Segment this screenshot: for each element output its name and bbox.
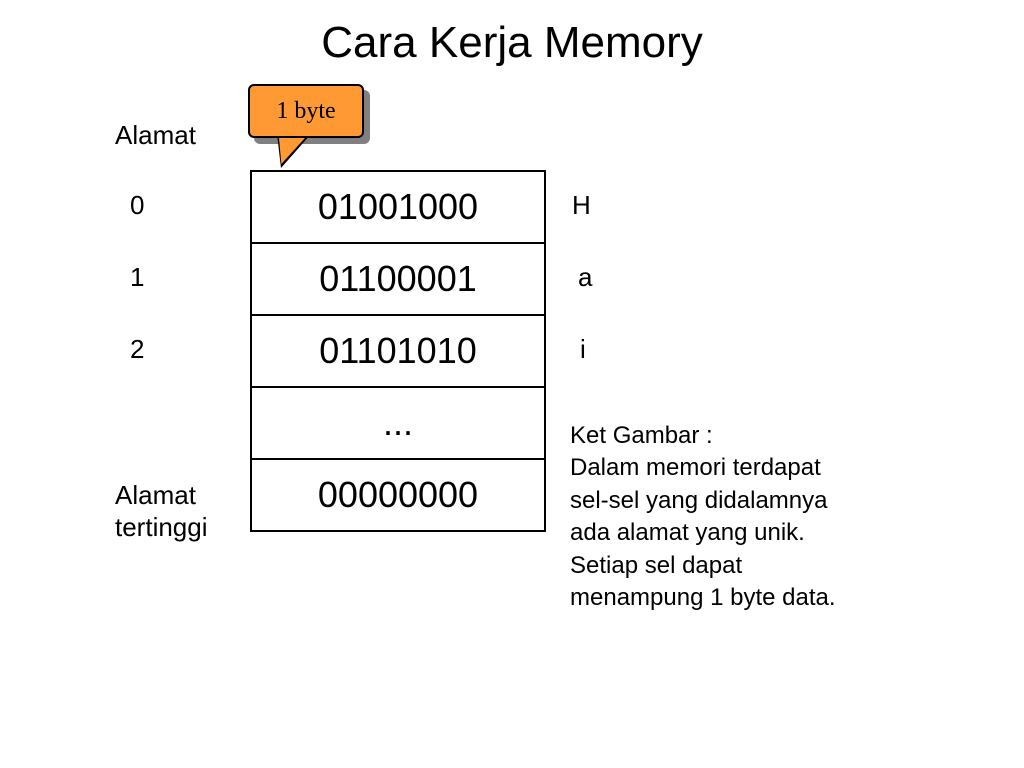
slide: Cara Kerja Memory 1 byte Alamat 0 1 2 Al… <box>0 0 1024 768</box>
table-row: 01001000 <box>251 171 545 243</box>
callout-tail <box>273 134 308 164</box>
desc-line: Setiap sel dapat <box>570 550 900 582</box>
label-alamat-tertinggi-1: Alamat <box>115 480 196 511</box>
label-alamat-tertinggi-2: tertinggi <box>115 512 208 543</box>
memory-cell: 00000000 <box>251 459 545 531</box>
memory-cell: 01100001 <box>251 243 545 315</box>
memory-cell: 01001000 <box>251 171 545 243</box>
callout-text: 1 byte <box>276 98 335 125</box>
memory-cell: ... <box>251 387 545 459</box>
desc-line: ada alamat yang unik. <box>570 517 900 549</box>
address-2: 2 <box>130 334 144 365</box>
description-block: Ket Gambar : Dalam memori terdapat sel-s… <box>570 420 900 614</box>
char-2: i <box>580 334 586 365</box>
callout-box: 1 byte <box>248 84 364 138</box>
table-row: 01100001 <box>251 243 545 315</box>
byte-callout: 1 byte <box>248 84 378 170</box>
desc-line: sel-sel yang didalamnya <box>570 485 900 517</box>
desc-line: Dalam memori terdapat <box>570 452 900 484</box>
desc-line: menampung 1 byte data. <box>570 582 900 614</box>
label-alamat: Alamat <box>115 120 196 151</box>
char-1: a <box>578 262 592 293</box>
table-row: 01101010 <box>251 315 545 387</box>
memory-cell: 01101010 <box>251 315 545 387</box>
table-row: ... <box>251 387 545 459</box>
desc-line: Ket Gambar : <box>570 420 900 452</box>
address-1: 1 <box>130 262 144 293</box>
table-row: 00000000 <box>251 459 545 531</box>
memory-table: 01001000 01100001 01101010 ... 00000000 <box>250 170 546 532</box>
char-0: H <box>572 190 591 221</box>
page-title: Cara Kerja Memory <box>0 18 1024 68</box>
address-0: 0 <box>130 190 144 221</box>
